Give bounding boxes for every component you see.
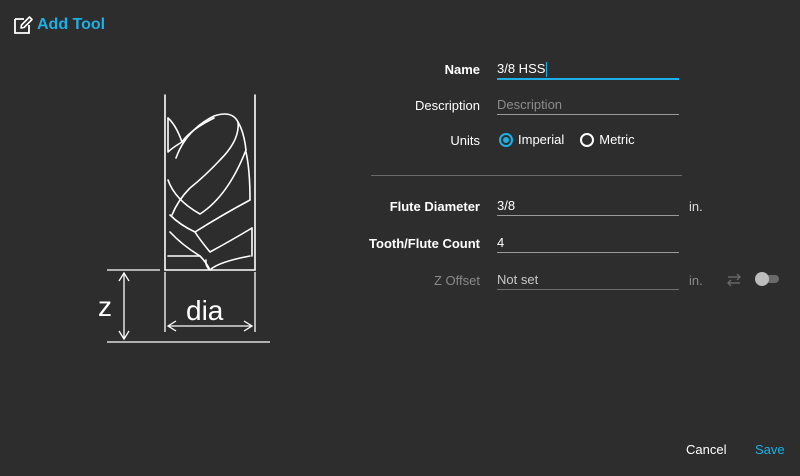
end-mill-illustration: z dia	[98, 94, 270, 343]
description-label: Description	[414, 98, 480, 113]
z-offset-unit: in.	[689, 273, 703, 288]
name-label: Name	[444, 62, 480, 77]
description-placeholder: Description	[497, 97, 563, 112]
description-input[interactable]: Description	[497, 96, 679, 115]
z-offset-toggle[interactable]	[755, 272, 779, 286]
dialog-title: Add Tool	[37, 16, 106, 33]
edit-icon	[14, 16, 33, 34]
text-cursor	[546, 62, 548, 78]
units-label: Units	[450, 133, 480, 148]
name-input-value: 3/8 HSS	[497, 61, 546, 76]
tooth-count-label: Tooth/Flute Count	[369, 236, 480, 251]
z-offset-input[interactable]: Not set	[497, 271, 679, 290]
imperial-radio[interactable]	[499, 132, 513, 147]
flute-diameter-value: 3/8	[497, 198, 516, 213]
tooth-count-input[interactable]: 4	[497, 234, 679, 253]
metric-radio[interactable]	[580, 132, 595, 147]
units-radio-group: Imperial Metric	[499, 132, 635, 147]
z-offset-value: Not set	[497, 272, 539, 287]
section-divider	[371, 175, 682, 176]
save-button[interactable]: Save	[755, 442, 785, 457]
flute-diameter-unit: in.	[689, 199, 703, 214]
z-offset-label: Z Offset	[434, 273, 480, 288]
flute-diameter-input[interactable]: 3/8	[497, 197, 679, 216]
metric-radio-label[interactable]: Metric	[599, 132, 634, 147]
tooth-count-value: 4	[497, 235, 505, 250]
dia-dimension-label: dia	[186, 295, 224, 326]
toggle-knob	[755, 272, 769, 286]
cancel-button[interactable]: Cancel	[686, 442, 726, 457]
z-dimension-label: z	[98, 291, 112, 322]
imperial-radio-label[interactable]: Imperial	[518, 132, 564, 147]
name-input[interactable]: 3/8 HSS	[497, 60, 679, 80]
flute-diameter-label: Flute Diameter	[389, 199, 480, 214]
dialog-title-bar: Add Tool	[12, 13, 105, 37]
swap-arrows-icon[interactable]	[726, 273, 742, 287]
